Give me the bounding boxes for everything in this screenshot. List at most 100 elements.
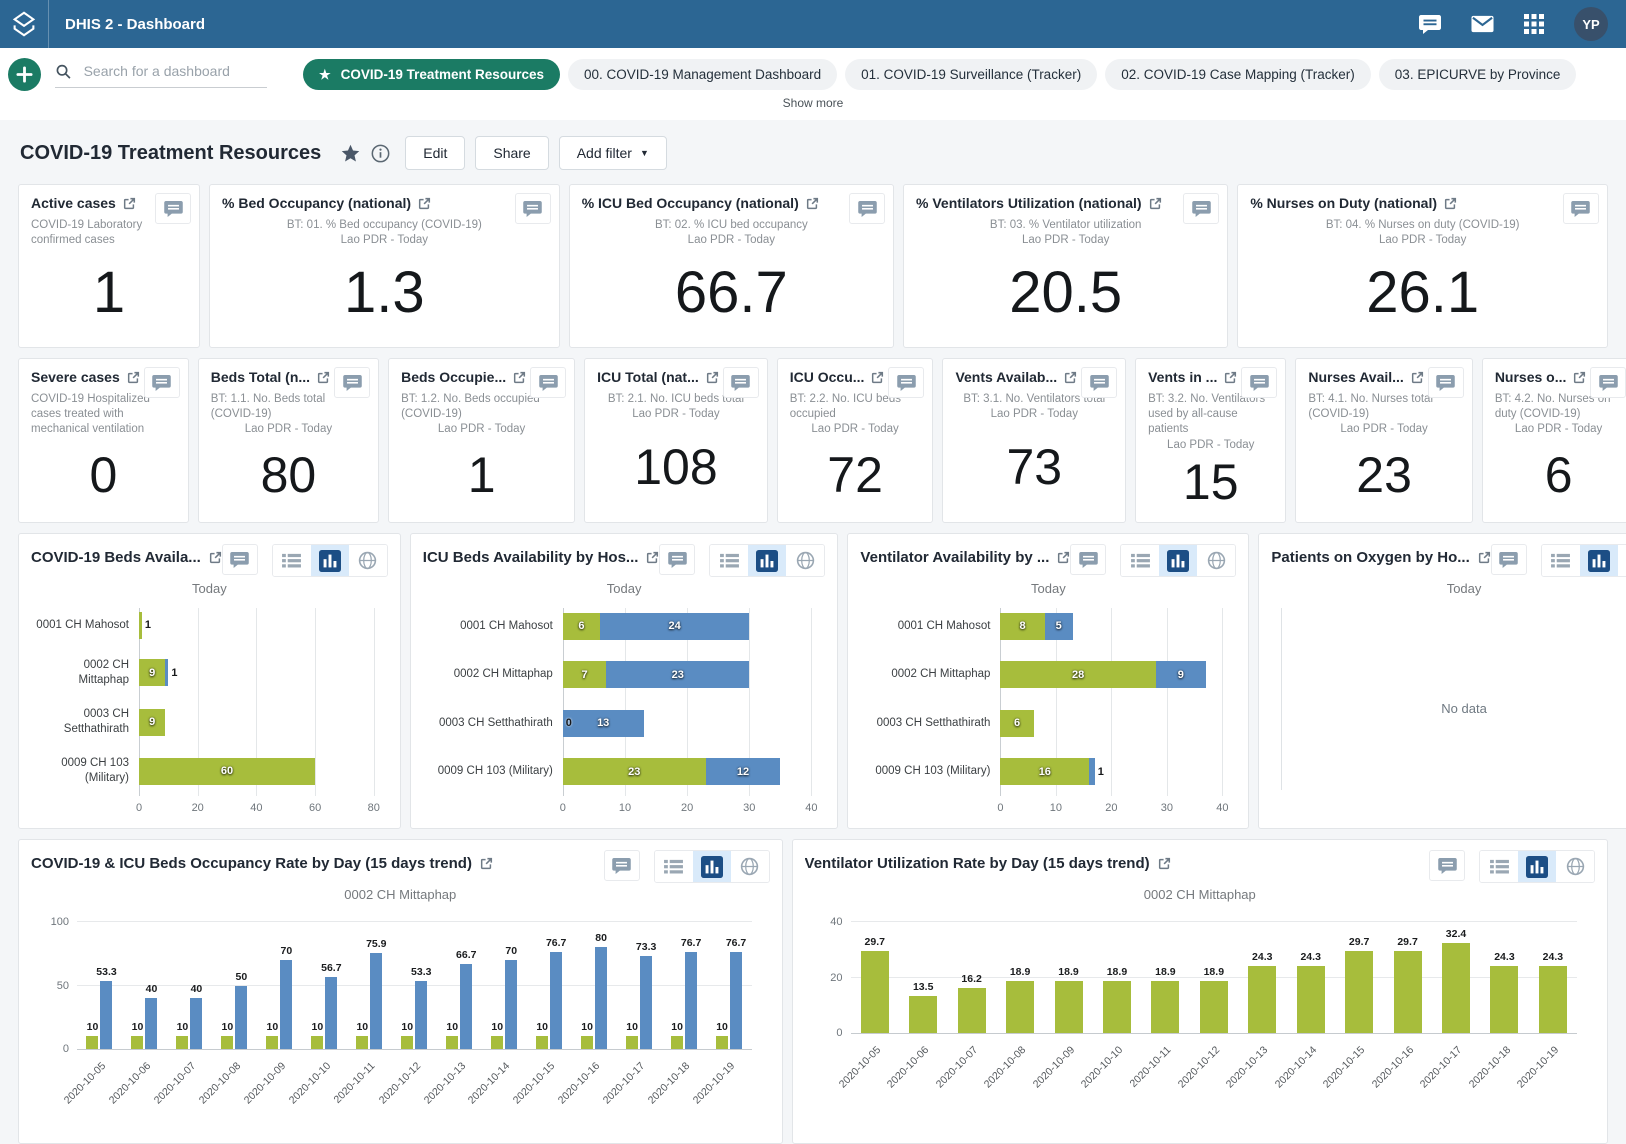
x-axis-tick-label: 40 bbox=[250, 802, 262, 814]
chart-view-button[interactable] bbox=[693, 851, 731, 882]
open-in-app-icon[interactable] bbox=[706, 371, 719, 384]
map-view-button[interactable] bbox=[1618, 545, 1626, 576]
star-icon[interactable] bbox=[340, 143, 361, 164]
category-label: 0001 CH Mahosot bbox=[423, 619, 563, 634]
table-view-button[interactable] bbox=[1121, 545, 1159, 576]
subtitle-line: COVID-19 Hospitalized cases treated with… bbox=[31, 392, 176, 438]
map-view-button[interactable] bbox=[786, 545, 824, 576]
share-button[interactable]: Share bbox=[475, 136, 548, 170]
open-in-app-icon[interactable] bbox=[123, 197, 136, 210]
open-in-app-icon[interactable] bbox=[1444, 197, 1457, 210]
comments-button[interactable] bbox=[1491, 544, 1527, 575]
comment-bubble-icon bbox=[897, 375, 916, 391]
x-axis-tick-label: 2020-10-05 bbox=[61, 1060, 107, 1106]
open-in-app-icon[interactable] bbox=[513, 371, 526, 384]
comments-button[interactable] bbox=[1590, 367, 1626, 398]
open-in-app-icon bbox=[806, 197, 819, 210]
dashboard-chip-4[interactable]: 03. EPICURVE by Province bbox=[1379, 59, 1577, 90]
table-view-button[interactable] bbox=[655, 851, 693, 882]
value-card-subtitle: BT: 4.2. No. Nurses on duty (COVID-19)La… bbox=[1495, 392, 1623, 438]
dashboard-search-input[interactable] bbox=[82, 62, 267, 80]
info-icon[interactable] bbox=[371, 144, 390, 163]
x-axis-tick-label: 2020-10-18 bbox=[1466, 1044, 1512, 1090]
open-in-app-icon[interactable] bbox=[209, 551, 222, 564]
open-in-app-icon bbox=[1411, 371, 1424, 384]
comment-bubble-icon bbox=[1499, 552, 1518, 568]
bar-group: 1076.7 bbox=[662, 922, 707, 1049]
table-view-button[interactable] bbox=[273, 545, 311, 576]
comments-button[interactable] bbox=[530, 367, 566, 398]
open-in-app-icon[interactable] bbox=[1158, 857, 1171, 870]
open-in-app-icon[interactable] bbox=[1411, 371, 1424, 384]
chart-view-button[interactable] bbox=[1159, 545, 1197, 576]
bar: 24.3 bbox=[1539, 966, 1567, 1033]
comments-button[interactable] bbox=[604, 850, 640, 881]
open-in-app-icon[interactable] bbox=[646, 551, 659, 564]
open-in-app-icon[interactable] bbox=[1478, 551, 1491, 564]
chart-view-button[interactable] bbox=[311, 545, 349, 576]
edit-button[interactable]: Edit bbox=[405, 136, 465, 170]
comments-button[interactable] bbox=[1081, 367, 1117, 398]
open-in-app-icon[interactable] bbox=[806, 197, 819, 210]
bar-chart-icon bbox=[1167, 550, 1189, 572]
messages-icon[interactable] bbox=[1471, 15, 1494, 33]
comments-button[interactable] bbox=[1428, 367, 1464, 398]
chart-view-button[interactable] bbox=[1580, 545, 1618, 576]
bar-value-label: 70 bbox=[281, 945, 293, 957]
open-in-app-icon[interactable] bbox=[1064, 371, 1077, 384]
open-in-app-icon[interactable] bbox=[317, 371, 330, 384]
chart-view-button[interactable] bbox=[748, 545, 786, 576]
open-in-app-icon[interactable] bbox=[418, 197, 431, 210]
comments-button[interactable] bbox=[723, 367, 759, 398]
table-view-button[interactable] bbox=[710, 545, 748, 576]
interpretations-icon[interactable] bbox=[1419, 15, 1441, 34]
open-in-app-icon[interactable] bbox=[1224, 371, 1237, 384]
comments-button[interactable] bbox=[155, 193, 191, 224]
map-view-button[interactable] bbox=[349, 545, 387, 576]
open-in-app-icon[interactable] bbox=[871, 371, 884, 384]
comments-button[interactable] bbox=[659, 544, 695, 575]
dashboard-chip-3[interactable]: 02. COVID-19 Case Mapping (Tracker) bbox=[1105, 59, 1371, 90]
map-view-button[interactable] bbox=[1197, 545, 1235, 576]
dashboard-search[interactable] bbox=[55, 62, 267, 88]
value-card-number: 23 bbox=[1308, 438, 1459, 512]
open-in-app-icon[interactable] bbox=[1057, 551, 1070, 564]
new-dashboard-button[interactable] bbox=[8, 58, 41, 91]
comments-button[interactable] bbox=[515, 193, 551, 224]
value-card-number: 66.7 bbox=[582, 248, 881, 337]
bar-value-label: 10 bbox=[716, 1021, 728, 1033]
comments-button[interactable] bbox=[1241, 367, 1277, 398]
table-view-button[interactable] bbox=[1542, 545, 1580, 576]
x-axis-tick-label: 80 bbox=[368, 802, 380, 814]
comments-button[interactable] bbox=[1183, 193, 1219, 224]
comments-button[interactable] bbox=[144, 367, 180, 398]
comments-button[interactable] bbox=[1429, 850, 1465, 881]
comments-button[interactable] bbox=[334, 367, 370, 398]
add-filter-button[interactable]: Add filter ▼ bbox=[559, 136, 667, 170]
bar-value-label: 10 bbox=[581, 1021, 593, 1033]
map-view-button[interactable] bbox=[1556, 851, 1594, 882]
open-in-app-icon[interactable] bbox=[1573, 371, 1586, 384]
dashboard-chip-0[interactable]: ★COVID-19 Treatment Resources bbox=[303, 59, 560, 90]
comments-button[interactable] bbox=[888, 367, 924, 398]
x-axis-tick-label: 2020-10-19 bbox=[691, 1060, 737, 1106]
show-more-link[interactable]: Show more bbox=[0, 93, 1626, 120]
comments-button[interactable] bbox=[222, 544, 258, 575]
chart-view-button[interactable] bbox=[1518, 851, 1556, 882]
comments-button[interactable] bbox=[1563, 193, 1599, 224]
open-in-app-icon[interactable] bbox=[480, 857, 493, 870]
comments-button[interactable] bbox=[849, 193, 885, 224]
user-avatar[interactable]: YP bbox=[1574, 7, 1608, 41]
dhis2-logo[interactable] bbox=[0, 0, 49, 48]
bar: 10 bbox=[491, 1036, 503, 1049]
bar: 18.9 bbox=[1151, 981, 1179, 1033]
dashboard-chip-1[interactable]: 00. COVID-19 Management Dashboard bbox=[568, 59, 837, 90]
comment-bubble-icon bbox=[539, 375, 558, 391]
table-view-button[interactable] bbox=[1480, 851, 1518, 882]
open-in-app-icon[interactable] bbox=[127, 371, 140, 384]
map-view-button[interactable] bbox=[731, 851, 769, 882]
open-in-app-icon[interactable] bbox=[1149, 197, 1162, 210]
dashboard-chip-2[interactable]: 01. COVID-19 Surveillance (Tracker) bbox=[845, 59, 1097, 90]
comments-button[interactable] bbox=[1070, 544, 1106, 575]
apps-grid-icon[interactable] bbox=[1524, 14, 1544, 34]
